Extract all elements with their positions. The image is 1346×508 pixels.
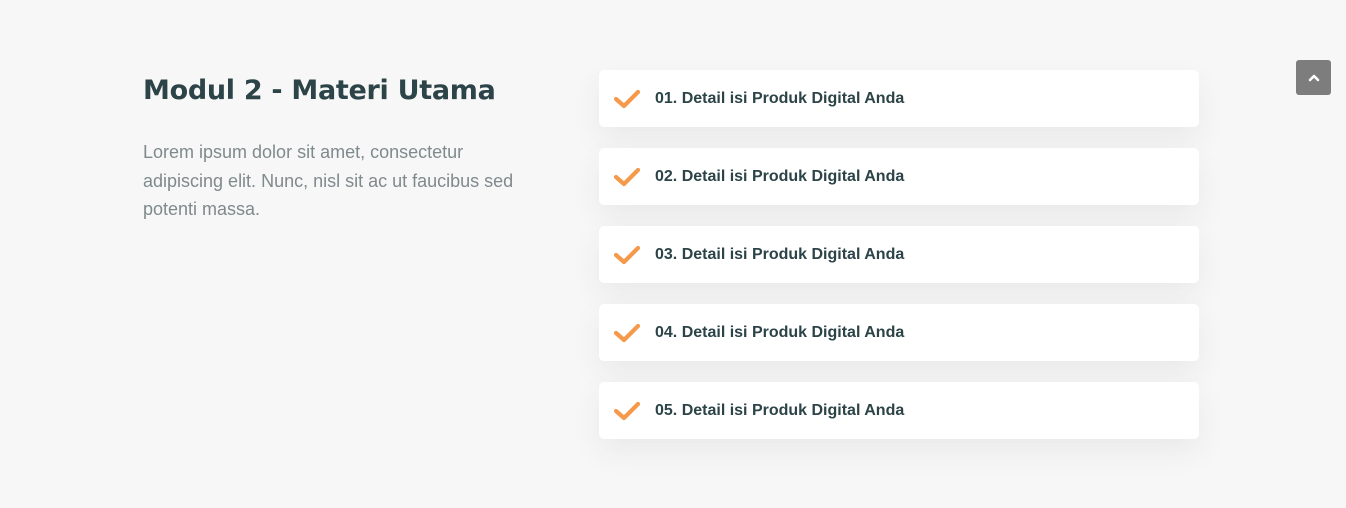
list-item-label: 02. Detail isi Produk Digital Anda [655,167,905,185]
check-icon [614,89,640,109]
check-icon [614,167,640,187]
list-item-label: 04. Detail isi Produk Digital Anda [655,323,905,341]
list-item: 01. Detail isi Produk Digital Anda [599,70,1199,127]
module-description: Lorem ipsum dolor sit amet, consectetur … [143,142,514,219]
module-items-list: 01. Detail isi Produk Digital Anda 02. D… [599,70,1199,460]
list-item-label: 01. Detail isi Produk Digital Anda [655,89,905,107]
list-item: 04. Detail isi Produk Digital Anda [599,304,1199,361]
list-item-label: 05. Detail isi Produk Digital Anda [655,401,905,419]
check-icon [614,401,640,421]
check-icon [614,245,640,265]
list-item: 03. Detail isi Produk Digital Anda [599,226,1199,283]
list-item: 05. Detail isi Produk Digital Anda [599,382,1199,439]
check-icon [614,323,640,343]
list-item-label: 03. Detail isi Produk Digital Anda [655,245,905,263]
module-title: Modul 2 - Materi Utama [143,75,496,106]
list-item: 02. Detail isi Produk Digital Anda [599,148,1199,205]
chevron-up-icon [1308,69,1320,87]
module-info: Modul 2 - Materi Utama Lorem ipsum dolor… [143,70,543,224]
scroll-to-top-button[interactable] [1296,60,1331,95]
